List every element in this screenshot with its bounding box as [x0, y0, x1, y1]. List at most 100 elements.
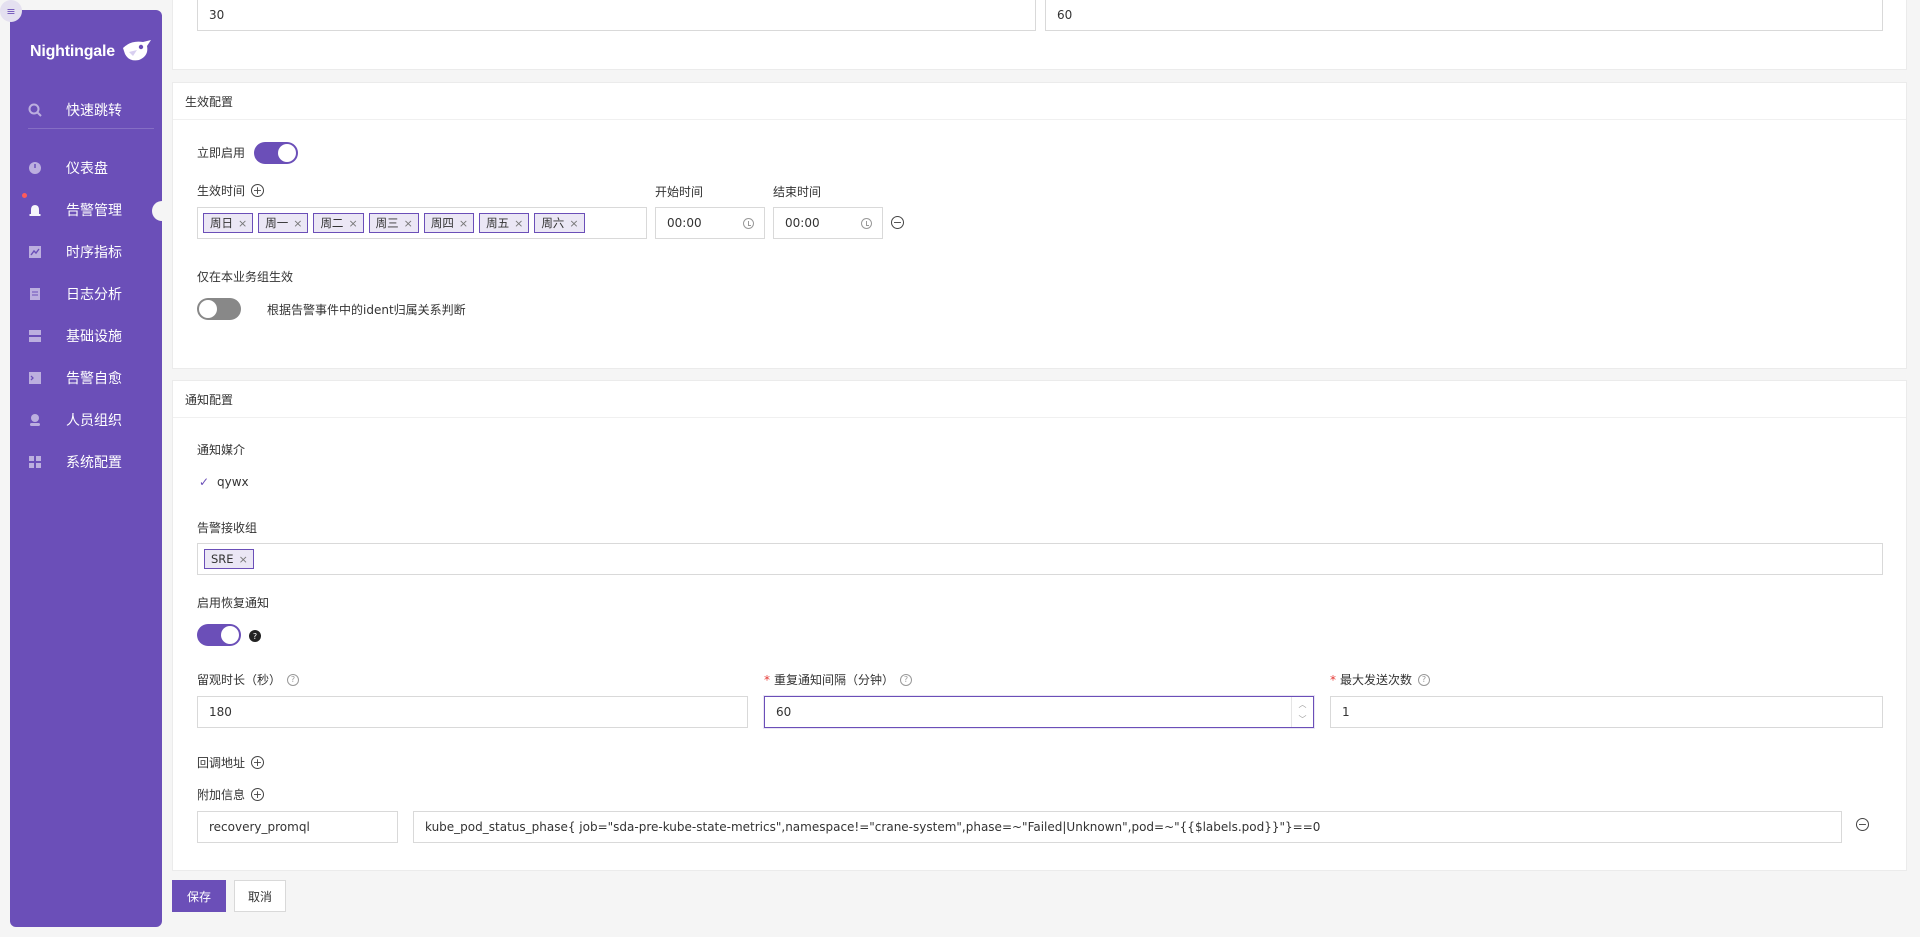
- sidebar-item-label: 基础设施: [66, 329, 122, 345]
- switch-knob: [221, 626, 239, 644]
- repeat-interval-label-text: 重复通知间隔（分钟）: [774, 673, 895, 687]
- media-option-qywx[interactable]: ✓ qywx: [197, 475, 249, 489]
- log-icon: [30, 288, 40, 300]
- sidebar-item-infra[interactable]: 基础设施: [10, 321, 162, 351]
- chevron-up-icon[interactable]: ︿: [1299, 699, 1307, 710]
- top-right-input[interactable]: 60: [1045, 0, 1883, 31]
- weekday-tag: 周日 ×: [203, 213, 254, 233]
- weekday-select[interactable]: 周日 × 周一 × 周二 × 周三 × 周四 × 周五 × 周六 ×: [197, 207, 647, 239]
- terminal-icon: [29, 372, 41, 384]
- notify-config-card: 通知配置 通知媒介 ✓ qywx 告警接收组 SRE × 启用恢复通知 ? 留观时…: [172, 380, 1907, 871]
- observe-label-text: 留观时长（秒）: [197, 673, 282, 687]
- checkbox-check-icon[interactable]: ✓: [197, 475, 211, 489]
- extra-value-input[interactable]: kube_pod_status_phase{ job="sda-pre-kube…: [413, 811, 1842, 843]
- help-icon[interactable]: ?: [1418, 673, 1431, 686]
- sidebar-item-label: 系统配置: [66, 455, 122, 471]
- add-extra-icon[interactable]: +: [251, 788, 265, 801]
- number-stepper[interactable]: ︿ ﹀: [1291, 697, 1313, 727]
- sidebar-item-users[interactable]: 人员组织: [10, 405, 162, 435]
- callback-label: 回调地址 +: [197, 754, 265, 771]
- sidebar-item-metrics[interactable]: 时序指标: [10, 237, 162, 267]
- sidebar-item-settings[interactable]: 系统配置: [10, 447, 162, 477]
- add-time-icon[interactable]: +: [251, 184, 265, 197]
- recover-notify-label: 启用恢复通知: [197, 596, 270, 610]
- server-icon: [29, 330, 41, 342]
- enable-switch[interactable]: [254, 142, 298, 164]
- sidebar-item-alarm[interactable]: 告警管理: [10, 193, 172, 225]
- cancel-button[interactable]: 取消: [234, 880, 286, 912]
- enable-label: 立即启用: [197, 146, 246, 160]
- active-indicator: [152, 201, 172, 221]
- section-title: 通知配置: [185, 392, 234, 407]
- alarm-icon: [29, 205, 41, 216]
- max-send-input[interactable]: 1: [1330, 696, 1883, 728]
- callback-label-text: 回调地址: [197, 756, 246, 770]
- recover-notify-switch[interactable]: [197, 624, 241, 646]
- extra-key-input[interactable]: recovery_promql: [197, 811, 398, 843]
- search-icon: [28, 103, 42, 117]
- menu-icon[interactable]: ≡: [0, 0, 22, 22]
- max-send-label: * 最大发送次数 ?: [1330, 671, 1431, 688]
- help-icon[interactable]: ?: [900, 673, 913, 686]
- receive-group-label: 告警接收组: [197, 521, 258, 535]
- sidebar-item-label: 快速跳转: [66, 103, 122, 119]
- repeat-interval-label: * 重复通知间隔（分钟） ?: [764, 671, 913, 688]
- sidebar-item-label: 人员组织: [66, 413, 122, 429]
- close-icon[interactable]: ×: [569, 217, 578, 230]
- save-button[interactable]: 保存: [172, 880, 226, 912]
- max-send-text: * 最大发送次数: [1330, 671, 1412, 688]
- logo-text: Nightingale: [30, 43, 115, 60]
- close-icon[interactable]: ×: [239, 553, 248, 566]
- close-icon[interactable]: ×: [404, 217, 413, 230]
- close-icon[interactable]: ×: [459, 217, 468, 230]
- close-icon[interactable]: ×: [238, 217, 247, 230]
- divider: [173, 417, 1906, 418]
- required-mark: *: [1330, 673, 1336, 687]
- extra-info-label: 附加信息 +: [197, 786, 265, 803]
- help-icon[interactable]: ?: [287, 673, 300, 686]
- observe-input[interactable]: 180: [197, 696, 748, 728]
- close-icon[interactable]: ×: [348, 217, 357, 230]
- repeat-interval-input[interactable]: 60 ︿ ﹀: [764, 696, 1314, 728]
- remove-time-icon[interactable]: −: [891, 216, 904, 229]
- chart-icon: [29, 246, 41, 258]
- observe-label: 留观时长（秒） ?: [197, 671, 300, 688]
- media-option-label: qywx: [217, 475, 249, 489]
- sidebar-item-dashboard[interactable]: 仪表盘: [10, 153, 162, 183]
- effective-time-text: 生效时间: [197, 184, 246, 198]
- nightingale-bird-icon: [122, 40, 151, 61]
- remove-extra-icon[interactable]: −: [1856, 818, 1869, 831]
- logo[interactable]: Nightingale: [30, 38, 153, 66]
- sidebar-item-label: 仪表盘: [66, 161, 108, 177]
- help-icon[interactable]: ?: [249, 630, 261, 642]
- weekday-tag-label: 周六: [541, 216, 565, 230]
- settings-icon: [29, 456, 41, 468]
- effective-time-label: 生效时间 +: [197, 182, 265, 199]
- user-icon: [30, 414, 40, 426]
- end-time-picker[interactable]: 00:00: [773, 207, 883, 239]
- switch-knob: [278, 144, 296, 162]
- close-icon[interactable]: ×: [514, 217, 523, 230]
- top-left-input[interactable]: 30: [197, 0, 1036, 31]
- group-tag: SRE ×: [204, 549, 254, 569]
- repeat-interval-value: 60: [776, 705, 792, 719]
- receive-group-select[interactable]: SRE ×: [197, 543, 1883, 575]
- biz-group-label: 仅在本业务组生效: [197, 270, 294, 284]
- biz-group-switch[interactable]: [197, 298, 241, 320]
- start-time-label: 开始时间: [655, 185, 704, 199]
- weekday-tag-label: 周四: [430, 216, 454, 230]
- weekday-tag-label: 周日: [210, 216, 233, 230]
- sidebar-item-logs[interactable]: 日志分析: [10, 279, 162, 309]
- sidebar-item-quick-jump[interactable]: 快速跳转: [10, 95, 162, 125]
- weekday-tag-label: 周三: [375, 216, 399, 230]
- effective-config-card: 生效配置 立即启用 生效时间 + 周日 × 周一 × 周二 × 周三 × 周四 × 周五 ×…: [172, 82, 1907, 369]
- add-callback-icon[interactable]: +: [251, 756, 265, 769]
- weekday-tag: 周一 ×: [258, 213, 309, 233]
- sidebar-item-label: 时序指标: [66, 245, 122, 261]
- sidebar-item-self-heal[interactable]: 告警自愈: [10, 363, 162, 393]
- weekday-tag-label: 周二: [320, 216, 344, 230]
- chevron-down-icon[interactable]: ﹀: [1299, 714, 1307, 725]
- start-time-picker[interactable]: 00:00: [655, 207, 765, 239]
- sidebar: Nightingale 快速跳转 仪表盘 告警管理 时序指标 日志分析 基础设施…: [10, 10, 172, 927]
- close-icon[interactable]: ×: [293, 217, 302, 230]
